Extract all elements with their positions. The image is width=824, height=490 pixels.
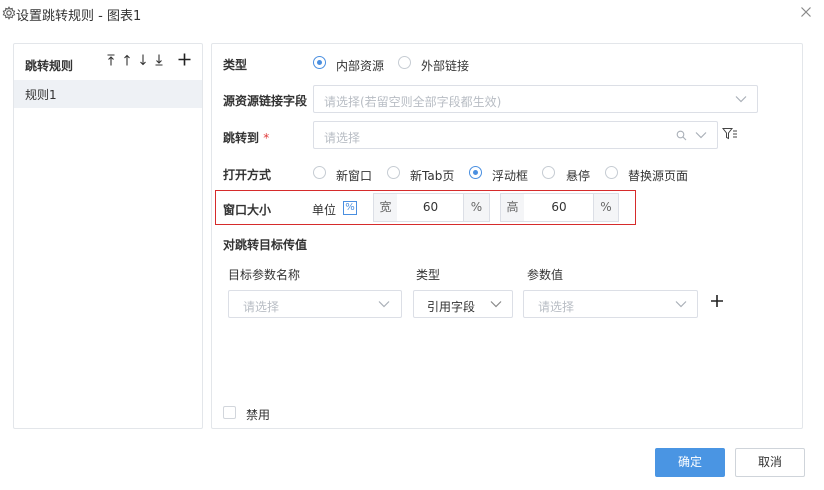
source-field-select[interactable]: 请选择(若留空则全部字段都生效) (313, 85, 758, 113)
param-value-placeholder: 请选择 (538, 300, 575, 314)
source-field-label: 源资源链接字段 (223, 94, 308, 108)
open-mode-hover-radio[interactable] (542, 166, 555, 179)
add-rule-icon[interactable] (177, 52, 192, 67)
params-col-value: 参数值 (527, 268, 564, 282)
rule-list-panel: 跳转规则 规则1 (13, 43, 203, 429)
open-mode-float-radio[interactable] (469, 166, 482, 179)
cancel-button[interactable]: 取消 (735, 448, 805, 477)
confirm-button[interactable]: 确定 (655, 448, 725, 477)
open-mode-replace-radio[interactable] (605, 166, 618, 179)
width-suffix: % (463, 193, 490, 222)
height-suffix: % (593, 193, 619, 222)
jump-to-label: 跳转到 * (223, 131, 270, 145)
gear-icon (2, 6, 16, 20)
move-up-icon[interactable] (120, 53, 134, 67)
window-size-label: 窗口大小 (223, 203, 272, 217)
filter-icon[interactable] (722, 127, 738, 141)
open-mode-new-tab-radio[interactable] (387, 166, 400, 179)
rule-list-title: 跳转规则 (25, 59, 74, 73)
source-field-placeholder: 请选择(若留空则全部字段都生效) (324, 95, 502, 109)
rule-item-label: 规则1 (25, 88, 57, 102)
width-prefix: 宽 (373, 193, 398, 222)
param-type-select[interactable]: 引用字段 (413, 290, 513, 318)
open-mode-hover-label: 悬停 (566, 169, 591, 183)
param-name-select[interactable]: 请选择 (228, 290, 402, 318)
width-input[interactable]: 60 (397, 193, 464, 222)
close-icon[interactable] (797, 3, 815, 21)
chevron-down-icon (735, 96, 747, 103)
open-mode-new-window-radio[interactable] (313, 166, 326, 179)
height-prefix: 高 (500, 193, 525, 222)
open-mode-float-label: 浮动框 (492, 169, 529, 183)
rule-list-header: 跳转规则 (14, 44, 202, 80)
chevron-down-icon (675, 301, 687, 308)
params-col-type: 类型 (416, 268, 441, 282)
add-param-icon[interactable] (710, 294, 724, 308)
chevron-down-icon (378, 301, 390, 308)
param-value-select[interactable]: 请选择 (523, 290, 698, 318)
open-mode-label: 打开方式 (223, 168, 272, 182)
open-mode-new-window-label: 新窗口 (336, 169, 373, 183)
unit-label: 单位 (312, 203, 337, 217)
chevron-down-icon (695, 132, 707, 139)
dialog-titlebar: 设置跳转规则 - 图表1 (0, 0, 824, 30)
params-col-name: 目标参数名称 (228, 268, 301, 282)
open-mode-replace-label: 替换源页面 (628, 169, 689, 183)
rule-list-item[interactable]: 规则1 (14, 80, 202, 108)
type-label: 类型 (223, 58, 248, 72)
type-external-label: 外部链接 (421, 59, 470, 73)
param-type-value: 引用字段 (427, 300, 476, 314)
move-to-bottom-icon[interactable] (152, 53, 166, 67)
dialog-title: 设置跳转规则 - 图表1 (16, 9, 142, 24)
type-internal-radio[interactable] (313, 56, 326, 69)
param-name-placeholder: 请选择 (243, 300, 280, 314)
height-input[interactable]: 60 (524, 193, 594, 222)
search-icon (676, 130, 687, 141)
move-down-icon[interactable] (136, 53, 150, 67)
disable-label: 禁用 (246, 408, 271, 422)
chevron-down-icon (490, 301, 502, 308)
jump-to-select[interactable]: 请选择 (313, 121, 718, 149)
required-mark: * (263, 131, 270, 145)
open-mode-new-tab-label: 新Tab页 (410, 169, 455, 183)
type-external-radio[interactable] (398, 56, 411, 69)
percent-unit-icon[interactable]: % (343, 201, 357, 215)
disable-checkbox[interactable] (223, 406, 236, 419)
type-internal-label: 内部资源 (336, 59, 385, 73)
move-to-top-icon[interactable] (104, 53, 118, 67)
params-section-title: 对跳转目标传值 (223, 238, 308, 252)
jump-to-placeholder: 请选择 (324, 131, 361, 145)
